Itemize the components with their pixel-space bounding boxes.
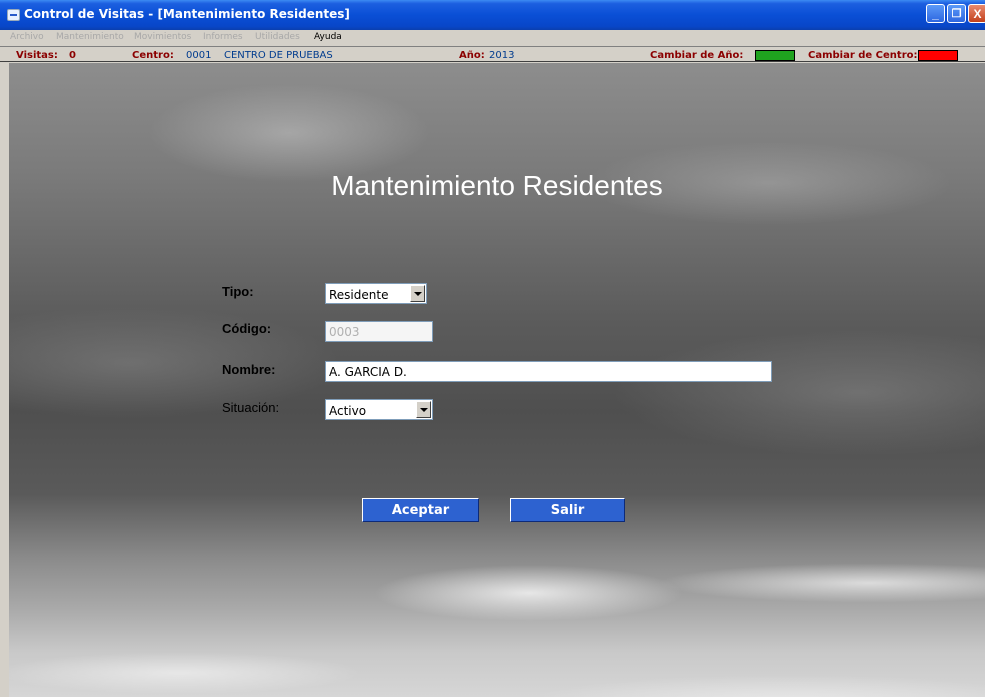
cambiar-centro-label: Cambiar de Centro: <box>808 50 918 61</box>
centro-name: CENTRO DE PRUEBAS <box>224 50 333 61</box>
menu-mantenimiento[interactable]: Mantenimiento <box>56 32 124 42</box>
menu-archivo[interactable]: Archivo <box>10 32 44 42</box>
centro-code: 0001 <box>186 50 212 61</box>
window-title: Control de Visitas - [Mantenimiento Resi… <box>24 7 350 21</box>
situacion-selected-value: Activo <box>329 404 367 418</box>
situacion-label: Situación: <box>222 400 280 415</box>
app-window: Control de Visitas - [Mantenimiento Resi… <box>0 0 985 697</box>
minimize-button[interactable]: _ <box>926 4 945 23</box>
menu-ayuda[interactable]: Ayuda <box>314 32 342 42</box>
chevron-down-icon[interactable] <box>416 401 431 418</box>
codigo-label: Código: <box>222 321 272 336</box>
menu-informes[interactable]: Informes <box>203 32 243 42</box>
menu-movimientos[interactable]: Movimientos <box>134 32 191 42</box>
anio-label: Año: <box>459 50 485 61</box>
situacion-select[interactable]: Activo <box>325 399 433 420</box>
menu-bar: Archivo Mantenimiento Movimientos Inform… <box>0 30 985 45</box>
title-bar[interactable]: Control de Visitas - [Mantenimiento Resi… <box>0 0 985 30</box>
app-icon[interactable] <box>7 9 20 21</box>
salir-button[interactable]: Salir <box>510 498 625 522</box>
codigo-field: 0003 <box>325 321 433 342</box>
form-canvas: Mantenimiento Residentes Tipo: Residente… <box>9 63 985 697</box>
visitas-count: 0 <box>69 50 76 61</box>
form-heading: Mantenimiento Residentes <box>331 170 663 201</box>
nombre-label: Nombre: <box>222 362 276 377</box>
aceptar-button[interactable]: Aceptar <box>362 498 479 522</box>
centro-label: Centro: <box>132 50 174 61</box>
tipo-label: Tipo: <box>222 284 254 299</box>
cambiar-centro-button[interactable] <box>918 50 958 61</box>
status-bar: Visitas: 0 Centro: 0001 CENTRO DE PRUEBA… <box>0 45 985 62</box>
cambiar-anio-label: Cambiar de Año: <box>650 50 744 61</box>
chevron-down-icon[interactable] <box>410 285 425 302</box>
tipo-selected-value: Residente <box>329 288 389 302</box>
nombre-field[interactable]: A. GARCIA D. <box>325 361 772 382</box>
maximize-button[interactable]: ❐ <box>947 4 966 23</box>
cambiar-anio-button[interactable] <box>755 50 795 61</box>
menu-utilidades[interactable]: Utilidades <box>255 32 300 42</box>
visitas-label: Visitas: <box>16 50 58 61</box>
tipo-select[interactable]: Residente <box>325 283 427 304</box>
anio-value: 2013 <box>489 50 515 61</box>
close-button[interactable]: X <box>968 4 985 23</box>
